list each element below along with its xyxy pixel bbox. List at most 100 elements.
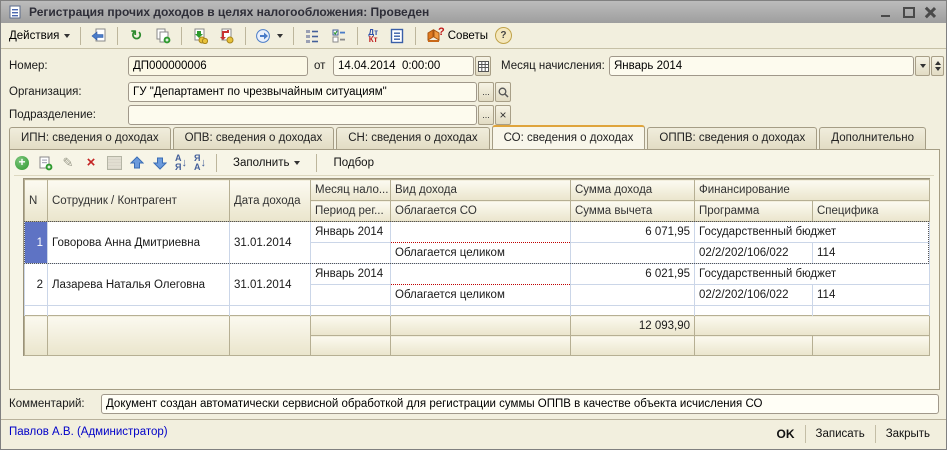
calendar-icon	[478, 61, 489, 72]
sort-asc-button[interactable]: АЯ↓	[175, 154, 187, 172]
department-label: Подразделение:	[9, 105, 96, 125]
chevron-down-icon	[920, 64, 926, 68]
date-from-label: от	[314, 56, 325, 76]
program-cell[interactable]: 02/2/202/106/022	[695, 243, 813, 264]
calendar-button[interactable]	[475, 56, 491, 76]
sort-desc-button[interactable]: ЯА↓	[194, 154, 206, 172]
post-button[interactable]	[188, 25, 212, 46]
structure-button[interactable]	[300, 25, 324, 46]
chevron-down-icon	[294, 161, 300, 165]
deduction-sum-cell[interactable]	[571, 243, 695, 264]
funding-cell[interactable]: Государственный бюджет	[695, 264, 930, 285]
maximize-icon[interactable]	[902, 6, 914, 18]
funding-cell[interactable]: Государственный бюджет	[695, 222, 930, 243]
organization-open-button[interactable]	[495, 82, 511, 102]
spin-down-icon	[935, 67, 941, 71]
unpost-button[interactable]	[215, 25, 239, 46]
accrual-month-field[interactable]	[609, 56, 914, 76]
income-kind-cell[interactable]	[391, 222, 571, 243]
income-sum-cell[interactable]: 6 021,95	[571, 264, 695, 285]
row-number-cell[interactable]: 1	[25, 222, 48, 264]
copy-row-button[interactable]	[37, 155, 53, 171]
income-sum-cell[interactable]: 6 071,95	[571, 222, 695, 243]
tax-month-cell[interactable]: Январь 2014	[311, 222, 391, 243]
income-date-cell[interactable]: 31.01.2014	[230, 222, 311, 264]
delete-row-button[interactable]: ×	[83, 155, 99, 171]
advice-button[interactable]: ? Советы	[422, 25, 492, 46]
col-employee: Сотрудник / Контрагент	[48, 180, 230, 222]
toolbar-separator	[357, 27, 358, 45]
reg-period-cell[interactable]	[311, 285, 391, 306]
current-user: Павлов А.В. (Администратор)	[9, 426, 168, 438]
refresh-icon: ↻	[128, 28, 144, 44]
close-icon[interactable]	[924, 6, 936, 18]
close-button[interactable]: Закрыть	[876, 424, 940, 444]
month-dropdown-button[interactable]	[915, 56, 930, 76]
taxable-cell[interactable]: Облагается целиком	[391, 243, 571, 264]
tab-additional[interactable]: Дополнительно	[819, 127, 926, 149]
magnifier-icon	[498, 87, 509, 98]
reg-period-cell[interactable]	[311, 243, 391, 264]
move-down-button[interactable]	[152, 155, 168, 171]
specifics-cell[interactable]: 114	[813, 243, 930, 264]
fill-button[interactable]: Заполнить	[227, 156, 306, 170]
move-up-button[interactable]	[129, 155, 145, 171]
actions-menu-button[interactable]: Действия	[5, 25, 74, 46]
pick-button[interactable]: Подбор	[327, 156, 380, 170]
list-setup-button[interactable]	[327, 25, 351, 46]
edit-row-button[interactable]: ✎	[60, 155, 76, 171]
tab-so[interactable]: СО: сведения о доходах	[492, 125, 646, 149]
department-clear-button[interactable]: ×	[495, 105, 511, 125]
minimize-icon[interactable]	[880, 6, 892, 18]
arrow-down-icon	[153, 156, 167, 170]
save-button[interactable]: Записать	[806, 424, 875, 444]
organization-field[interactable]	[128, 82, 477, 102]
organization-label: Организация:	[9, 82, 82, 102]
postings-button[interactable]: ДтКт	[364, 25, 382, 46]
copy-plus-icon	[155, 28, 171, 44]
tab-opv[interactable]: ОПВ: сведения о доходах	[173, 127, 335, 149]
set-end-button[interactable]	[106, 155, 122, 171]
row-number-cell[interactable]: 2	[25, 264, 48, 306]
tax-month-cell[interactable]: Январь 2014	[311, 264, 391, 285]
income-kind-cell[interactable]	[391, 264, 571, 285]
refresh-button[interactable]: ↻	[124, 25, 148, 46]
tab-sn[interactable]: СН: сведения о доходах	[336, 127, 489, 149]
employee-cell[interactable]: Говорова Анна Дмитриевна	[48, 222, 230, 264]
actions-label: Действия	[9, 30, 59, 42]
employee-cell[interactable]: Лазарева Наталья Олеговна	[48, 264, 230, 306]
department-field[interactable]	[128, 105, 477, 125]
totals-row: 12 093,90	[25, 316, 930, 336]
program-cell[interactable]: 02/2/202/106/022	[695, 285, 813, 306]
department-select-button[interactable]: ...	[478, 105, 494, 125]
date-field[interactable]	[333, 56, 474, 76]
help-icon[interactable]: ?	[495, 27, 512, 44]
add-row-button[interactable]: +	[14, 155, 30, 171]
toolbar-separator	[181, 27, 182, 45]
journal-button[interactable]	[385, 25, 409, 46]
toolbar-separator	[80, 27, 81, 45]
col-n: N	[25, 180, 48, 222]
reread-button[interactable]	[87, 25, 111, 46]
goto-button[interactable]	[252, 25, 287, 46]
toolbar-separator	[216, 154, 217, 172]
number-label: Номер:	[9, 56, 48, 76]
statusbar-divider	[1, 419, 947, 420]
titlebar: Регистрация прочих доходов в целях налог…	[1, 1, 946, 23]
comment-field[interactable]	[101, 394, 939, 414]
col-reg-period: Период рег...	[311, 201, 391, 222]
taxable-cell[interactable]: Облагается целиком	[391, 285, 571, 306]
tab-oppv[interactable]: ОППВ: сведения о доходах	[647, 127, 817, 149]
toolbar-separator	[245, 27, 246, 45]
tab-ipn[interactable]: ИПН: сведения о доходах	[9, 127, 171, 149]
deduction-sum-cell[interactable]	[571, 285, 695, 306]
ok-button[interactable]: OK	[767, 424, 805, 444]
chevron-down-icon	[64, 34, 70, 38]
number-field[interactable]	[128, 56, 308, 76]
specifics-cell[interactable]: 114	[813, 285, 930, 306]
month-spinner[interactable]	[931, 56, 944, 76]
copy-button[interactable]	[151, 25, 175, 46]
income-date-cell[interactable]: 31.01.2014	[230, 264, 311, 306]
organization-select-button[interactable]: ...	[478, 82, 494, 102]
col-income-kind: Вид дохода	[391, 180, 571, 201]
